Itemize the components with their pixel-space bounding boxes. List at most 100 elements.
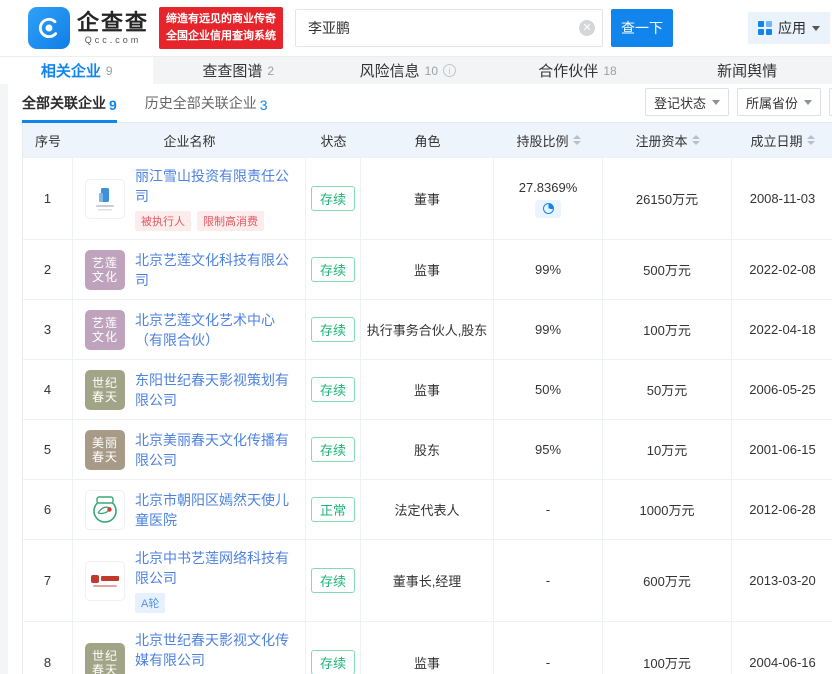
row-index: 8 <box>23 622 73 674</box>
ratio-cell: 50% <box>494 360 603 419</box>
capital-cell: 50万元 <box>603 360 732 419</box>
sort-up-arrow <box>807 135 815 139</box>
company-name-link[interactable]: 东阳世纪春天影视策划有限公司 <box>135 370 301 410</box>
tab-count: 2 <box>267 64 274 78</box>
status-cell: 正常 <box>306 480 361 539</box>
apps-grid-icon <box>758 21 772 35</box>
company-name-link[interactable]: 北京中书艺莲网络科技有限公司 <box>135 548 301 588</box>
ratio-value: 27.8369% <box>519 180 578 195</box>
status-cell: 存续 <box>306 158 361 239</box>
company-logo[interactable]: 世纪春天 <box>85 643 125 674</box>
tab-partners[interactable]: 合作伙伴18 <box>493 57 663 84</box>
company-name-link[interactable]: 北京世纪春天影视文化传媒有限公司 <box>135 630 301 670</box>
search-input[interactable] <box>295 9 603 47</box>
ratio-value: - <box>546 573 550 588</box>
column-header-ratio[interactable]: 持股比例 <box>494 131 603 150</box>
status-cell: 存续 <box>306 540 361 621</box>
role-cell: 董事长,经理 <box>361 540 494 621</box>
column-header-date[interactable]: 成立日期 <box>732 131 832 150</box>
column-header-capital[interactable]: 注册资本 <box>603 131 732 150</box>
company-logo[interactable] <box>85 179 125 219</box>
ratio-cell: 99% <box>494 240 603 299</box>
ratio-value: - <box>546 502 550 517</box>
company-name-link[interactable]: 北京市朝阳区嫣然天使儿童医院 <box>135 490 301 530</box>
company-name-cell: 北京市朝阳区嫣然天使儿童医院 <box>73 480 306 539</box>
slogan-line-2: 全国企业信用查询系统 <box>166 28 276 45</box>
company-logo[interactable]: 艺莲文化 <box>85 250 125 290</box>
company-tag[interactable]: 被执行人 <box>135 211 191 231</box>
company-name-link[interactable]: 北京艺莲文化科技有限公司 <box>135 250 301 290</box>
filter-label: 所属省份 <box>746 93 798 112</box>
column-label: 角色 <box>414 131 440 150</box>
tab-risk-info[interactable]: 风险信息10i <box>323 57 493 84</box>
role-cell: 董事 <box>361 158 494 239</box>
row-index: 3 <box>23 300 73 359</box>
column-label: 成立日期 <box>750 131 802 150</box>
company-logo[interactable] <box>85 490 125 530</box>
date-cell: 2004-06-16 <box>732 622 832 674</box>
shareholding-pie-button[interactable] <box>535 200 561 218</box>
sort-icon[interactable] <box>573 135 581 145</box>
logo-text-line: 美丽 <box>92 436 118 450</box>
subtab-history-related-companies[interactable]: 历史全部关联企业3 <box>145 84 268 123</box>
company-name-block: 北京市朝阳区嫣然天使儿童医院 <box>135 490 301 530</box>
column-label: 持股比例 <box>516 131 568 150</box>
company-tag[interactable]: A轮 <box>135 593 165 613</box>
company-name-block: 北京艺莲文化艺术中心（有限合伙） <box>135 310 301 350</box>
table-row: 7北京中书艺莲网络科技有限公司A轮存续董事长,经理-600万元2013-03-2… <box>23 539 832 621</box>
company-name-link[interactable]: 北京艺莲文化艺术中心（有限合伙） <box>135 310 301 350</box>
qcc-logo[interactable]: 企查查 Qcc.com <box>28 7 149 49</box>
qcc-logo-text: 企查查 Qcc.com <box>77 11 149 45</box>
column-header-index: 序号 <box>23 131 73 150</box>
status-cell: 存续 <box>306 622 361 674</box>
company-logo[interactable]: 艺莲文化 <box>85 310 125 350</box>
sort-down-arrow <box>573 141 581 145</box>
subtab-all-related-companies[interactable]: 全部关联企业9 <box>22 84 117 123</box>
sort-icon[interactable] <box>692 135 700 145</box>
chevron-down-icon <box>812 26 820 31</box>
ratio-cell: - <box>494 480 603 539</box>
date-cell: 2006-05-25 <box>732 360 832 419</box>
company-name-cell: 艺莲文化北京艺莲文化艺术中心（有限合伙） <box>73 300 306 359</box>
company-tag[interactable]: 限制高消费 <box>197 211 264 231</box>
filter-registration-status[interactable]: 登记状态 <box>645 88 729 116</box>
status-badge: 存续 <box>311 437 355 462</box>
status-cell: 存续 <box>306 240 361 299</box>
company-name-link[interactable]: 北京美丽春天文化传播有限公司 <box>135 430 301 470</box>
tab-related-companies[interactable]: 相关企业9 <box>0 57 153 84</box>
tab-label: 查查图谱 <box>202 60 262 81</box>
capital-cell: 10万元 <box>603 420 732 479</box>
company-logo[interactable]: 美丽春天 <box>85 430 125 470</box>
magnifier-at-icon <box>36 15 62 41</box>
filter-province[interactable]: 所属省份 <box>737 88 821 116</box>
capital-cell: 100万元 <box>603 622 732 674</box>
company-name-block: 东阳世纪春天影视策划有限公司 <box>135 370 301 410</box>
company-name-cell: 世纪春天北京世纪春天影视文化传媒有限公司限制高消费 <box>73 622 306 674</box>
page-gutter <box>0 84 8 674</box>
company-logo[interactable]: 世纪春天 <box>85 370 125 410</box>
column-header-status: 状态 <box>306 131 361 150</box>
logo-text-line: 世纪 <box>92 376 118 390</box>
table-row: 3艺莲文化北京艺莲文化艺术中心（有限合伙）存续执行事务合伙人,股东99%100万… <box>23 299 832 359</box>
subtab-label: 历史全部关联企业 <box>145 93 257 113</box>
tab-count: 18 <box>603 64 616 78</box>
subtab-bar: 全部关联企业9 历史全部关联企业3 登记状态所属省份 <box>0 84 832 122</box>
company-logo[interactable] <box>85 561 125 601</box>
filters: 登记状态所属省份 <box>645 88 832 116</box>
search-button[interactable]: 查一下 <box>611 9 673 47</box>
sort-down-arrow <box>807 141 815 145</box>
tab-qcc-graph[interactable]: 查查图谱 2 <box>153 57 323 84</box>
qcc-logo-icon <box>28 7 70 49</box>
company-name-link[interactable]: 丽江雪山投资有限责任公司 <box>135 166 301 206</box>
page-header: 企查查 Qcc.com 缔造有远见的商业传奇 全国企业信用查询系统 ✕ 查一下 … <box>0 0 832 56</box>
info-icon[interactable]: i <box>443 64 456 77</box>
clear-search-icon[interactable]: ✕ <box>579 20 595 36</box>
tab-news[interactable]: 新闻舆情 <box>662 57 832 84</box>
sort-icon[interactable] <box>807 135 815 145</box>
apps-button-label: 应用 <box>778 18 806 38</box>
main-tabbar: 相关企业9 查查图谱 2 风险信息10i合作伙伴18新闻舆情 <box>0 56 832 84</box>
row-index: 5 <box>23 420 73 479</box>
logo-text-line: 艺莲 <box>92 256 118 270</box>
capital-cell: 26150万元 <box>603 158 732 239</box>
apps-button[interactable]: 应用 <box>748 12 830 44</box>
